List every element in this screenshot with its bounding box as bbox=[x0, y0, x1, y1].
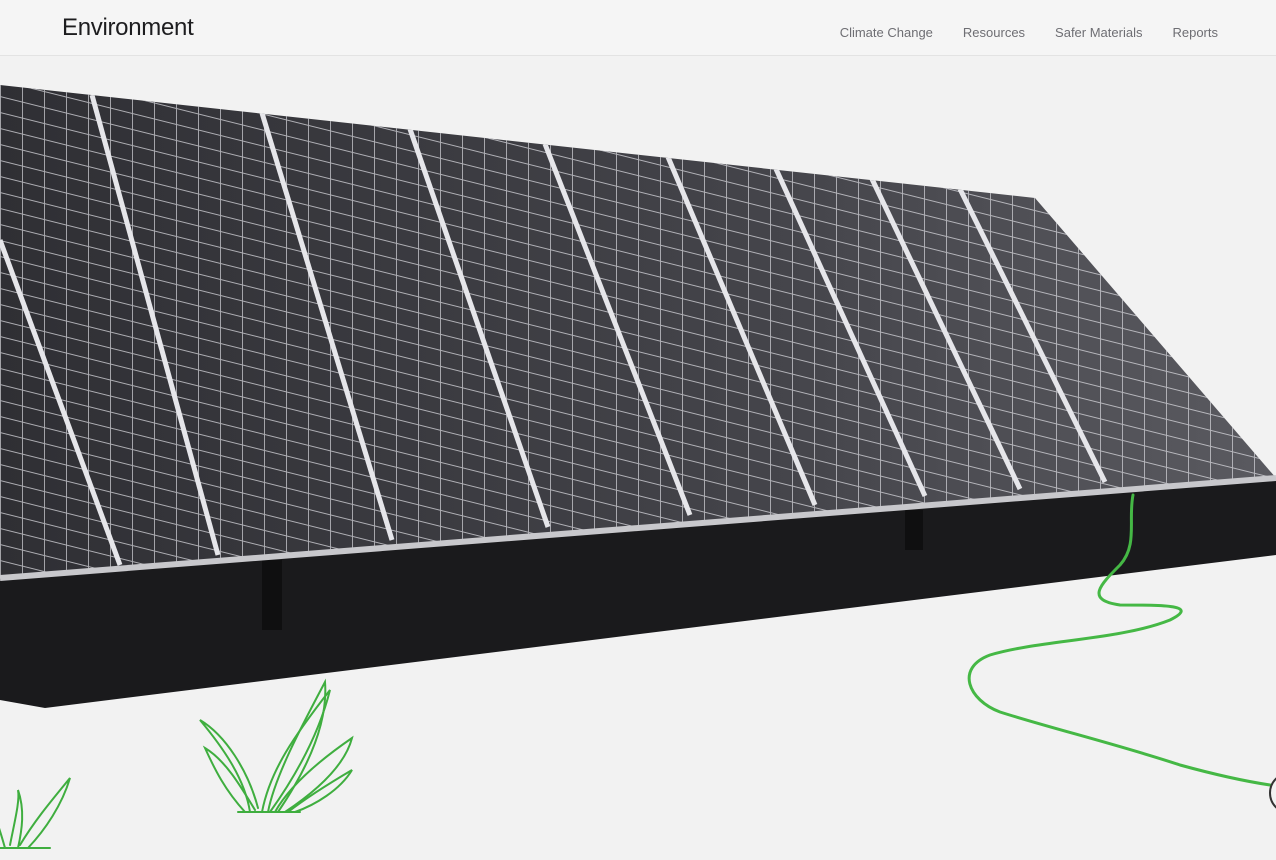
nav-link-safer-materials[interactable]: Safer Materials bbox=[1055, 25, 1142, 40]
nav-link-reports[interactable]: Reports bbox=[1172, 25, 1218, 40]
plant-sketch bbox=[0, 777, 71, 849]
global-nav: Environment Climate Change Resources Saf… bbox=[0, 0, 1276, 56]
plant-sketch bbox=[199, 678, 354, 813]
hero-illustration bbox=[0, 57, 1276, 860]
cable-connector bbox=[1269, 777, 1276, 809]
nav-link-climate-change[interactable]: Climate Change bbox=[840, 25, 933, 40]
support-leg bbox=[262, 560, 282, 630]
support-leg bbox=[905, 510, 923, 550]
nav-links: Climate Change Resources Safer Materials… bbox=[840, 25, 1218, 40]
page-title[interactable]: Environment bbox=[62, 14, 194, 42]
nav-link-resources[interactable]: Resources bbox=[963, 25, 1025, 40]
